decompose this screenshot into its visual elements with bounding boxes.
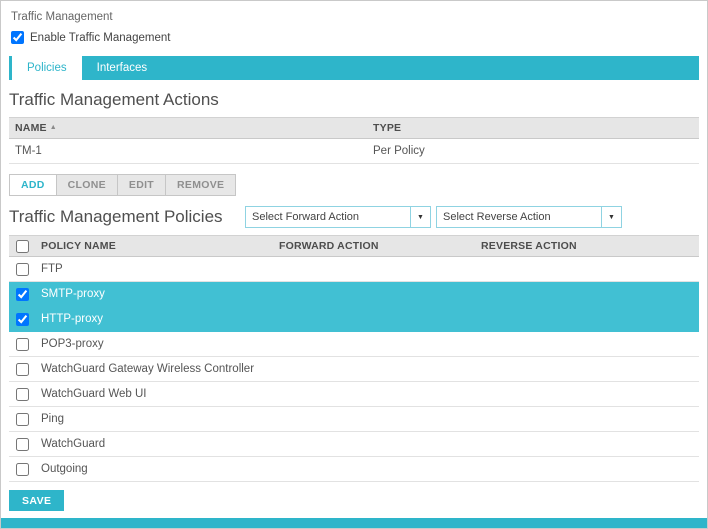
column-forward-action-label: FORWARD ACTION [279,240,379,252]
policy-name-cell: Outgoing [35,463,273,475]
column-header-forward-action[interactable]: FORWARD ACTION [273,240,475,252]
column-header-name[interactable]: NAME▲ [9,122,367,134]
policy-name-cell: WatchGuard Web UI [35,388,273,400]
add-button[interactable]: ADD [9,174,57,196]
tab-policies-label: Policies [27,62,67,74]
tab-policies[interactable]: Policies [12,56,82,80]
forward-action-select[interactable]: Select Forward Action ▼ [245,206,431,228]
actions-toolbar: ADD CLONE EDIT REMOVE [9,174,699,196]
column-reverse-action-label: REVERSE ACTION [481,240,577,252]
policy-name-cell: FTP [35,263,273,275]
tab-interfaces-label: Interfaces [97,62,148,74]
actions-table-body: TM-1Per Policy [9,139,699,164]
policy-checkbox[interactable] [16,388,29,401]
save-button[interactable]: SAVE [9,490,64,511]
policy-checkbox[interactable] [16,338,29,351]
policy-checkbox-cell [9,388,35,401]
content-area: Traffic Management Enable Traffic Manage… [1,1,707,518]
actions-table-row[interactable]: TM-1Per Policy [9,139,699,164]
column-type-label: TYPE [373,122,401,134]
policy-row[interactable]: WatchGuard Gateway Wireless Controller [9,357,699,382]
policy-row[interactable]: WatchGuard [9,432,699,457]
policy-name-cell: Ping [35,413,273,425]
policy-name-cell: POP3-proxy [35,338,273,350]
column-header-reverse-action[interactable]: REVERSE ACTION [475,240,699,252]
column-header-type[interactable]: TYPE [367,122,699,134]
chevron-down-icon: ▼ [410,207,430,227]
reverse-action-select-value: Select Reverse Action [437,211,601,223]
sort-asc-icon: ▲ [50,124,57,131]
policy-checkbox[interactable] [16,288,29,301]
traffic-management-page: Traffic Management Enable Traffic Manage… [0,0,708,529]
actions-table: NAME▲ TYPE TM-1Per Policy [9,117,699,164]
policies-section-title: Traffic Management Policies [9,207,245,227]
policies-table-header: POLICY NAME FORWARD ACTION REVERSE ACTIO… [9,235,699,257]
breadcrumb: Traffic Management [11,11,699,23]
policies-header-row: Traffic Management Policies Select Forwa… [9,206,699,228]
forward-action-select-value: Select Forward Action [246,211,410,223]
policy-checkbox-cell [9,338,35,351]
column-name-label: NAME [15,122,47,134]
policy-checkbox[interactable] [16,438,29,451]
policy-checkbox-cell [9,263,35,276]
actions-section-title: Traffic Management Actions [9,90,699,110]
enable-traffic-row: Enable Traffic Management [11,31,699,44]
policy-row[interactable]: FTP [9,257,699,282]
policy-row[interactable]: SMTP-proxy [9,282,699,307]
clone-button[interactable]: CLONE [56,174,118,196]
reverse-action-select[interactable]: Select Reverse Action ▼ [436,206,622,228]
policy-checkbox-cell [9,288,35,301]
policy-checkbox[interactable] [16,413,29,426]
policies-table: POLICY NAME FORWARD ACTION REVERSE ACTIO… [9,235,699,482]
edit-button[interactable]: EDIT [117,174,166,196]
policy-name-cell: SMTP-proxy [35,288,273,300]
policy-checkbox-cell [9,363,35,376]
bottom-accent-bar [1,518,707,528]
policy-checkbox-cell [9,413,35,426]
column-policy-name-label: POLICY NAME [41,240,116,252]
policy-row[interactable]: POP3-proxy [9,332,699,357]
policy-checkbox-cell [9,313,35,326]
policy-checkbox-cell [9,463,35,476]
action-type-cell: Per Policy [367,145,699,157]
policy-row[interactable]: HTTP-proxy [9,307,699,332]
policy-row[interactable]: WatchGuard Web UI [9,382,699,407]
policy-name-cell: HTTP-proxy [35,313,273,325]
column-header-policy-name[interactable]: POLICY NAME [35,240,273,252]
policies-table-body: FTP SMTP-proxy HTTP-proxy POP3-proxy WatchGu… [9,257,699,482]
remove-button[interactable]: REMOVE [165,174,236,196]
policy-name-cell: WatchGuard Gateway Wireless Controller [35,363,273,375]
tab-bar: Policies Interfaces [9,56,699,80]
policy-checkbox[interactable] [16,363,29,376]
policy-name-cell: WatchGuard [35,438,273,450]
select-all-cell [9,240,35,253]
policy-checkbox[interactable] [16,463,29,476]
policy-checkbox[interactable] [16,263,29,276]
action-name-cell: TM-1 [9,145,367,157]
select-all-checkbox[interactable] [16,240,29,253]
chevron-down-icon: ▼ [601,207,621,227]
policy-row[interactable]: Outgoing [9,457,699,482]
enable-traffic-label: Enable Traffic Management [30,32,170,44]
policy-checkbox[interactable] [16,313,29,326]
tab-interfaces[interactable]: Interfaces [82,56,163,80]
enable-traffic-checkbox[interactable] [11,31,24,44]
actions-table-header: NAME▲ TYPE [9,117,699,139]
policy-row[interactable]: Ping [9,407,699,432]
policy-checkbox-cell [9,438,35,451]
